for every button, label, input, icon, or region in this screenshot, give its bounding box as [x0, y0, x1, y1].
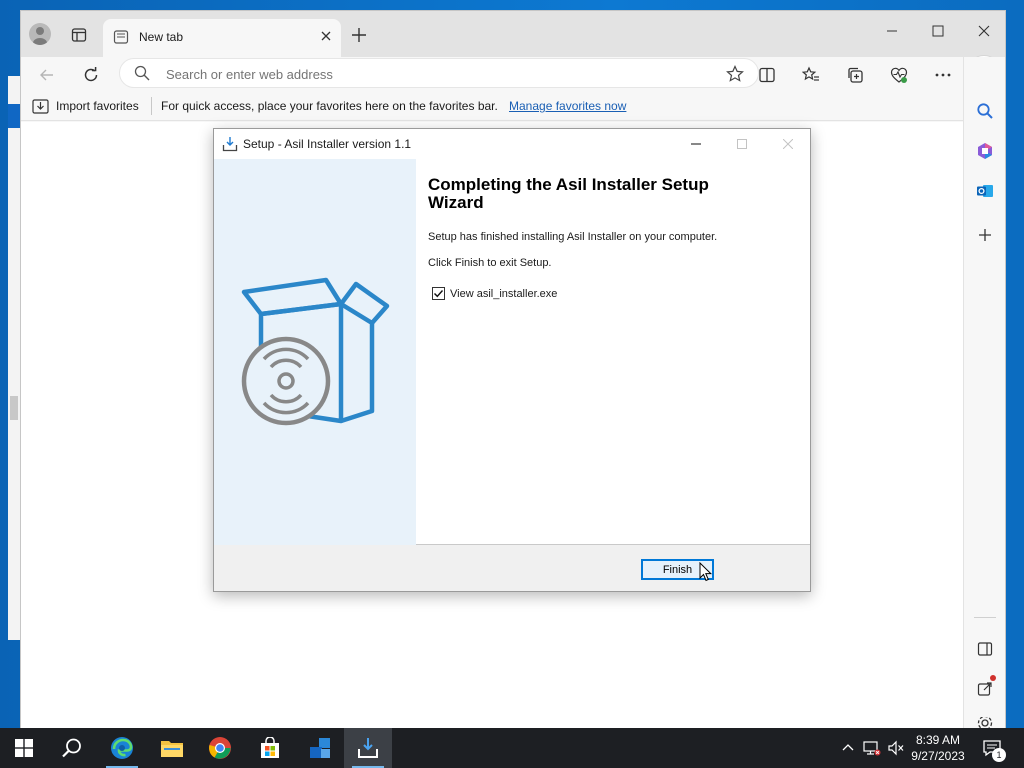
- dialog-body: Completing the Asil Installer Setup Wiza…: [214, 159, 810, 545]
- checkmark-icon: [434, 290, 444, 298]
- manage-favorites-link[interactable]: Manage favorites now: [509, 99, 626, 113]
- search-icon: [134, 65, 150, 84]
- clock-date: 9/27/2023: [911, 749, 965, 763]
- navigation-toolbar: [21, 57, 1005, 91]
- tab-bar: New tab: [21, 11, 1005, 57]
- new-tab-page-icon: [113, 29, 129, 45]
- tab-new-tab[interactable]: New tab: [103, 19, 341, 57]
- edge-sidebar: [963, 57, 1005, 729]
- favorite-star-icon[interactable]: [726, 65, 744, 86]
- import-favorites-button[interactable]: Import favorites: [56, 99, 139, 113]
- clock-time: 8:39 AM: [915, 733, 961, 747]
- wizard-banner: [214, 159, 416, 545]
- notification-dot: [990, 675, 996, 681]
- split-screen-icon[interactable]: [755, 63, 779, 87]
- finished-message: Setup has finished installing Asil Insta…: [428, 231, 718, 243]
- maximize-icon[interactable]: [923, 17, 953, 45]
- new-tab-icon[interactable]: [347, 23, 371, 47]
- dialog-title: Setup - Asil Installer version 1.1: [243, 137, 412, 151]
- microsoft-store-icon[interactable]: [246, 728, 294, 768]
- external-link-icon[interactable]: [973, 675, 997, 701]
- network-icon[interactable]: [860, 728, 884, 768]
- search-icon[interactable]: [48, 728, 96, 768]
- tab-title: New tab: [139, 30, 184, 44]
- wizard-heading: Completing the Asil Installer Setup Wiza…: [428, 175, 709, 212]
- installer-icon[interactable]: [344, 728, 392, 768]
- address-bar[interactable]: [119, 58, 759, 88]
- collections-icon[interactable]: [843, 63, 867, 87]
- refresh-icon[interactable]: [79, 63, 103, 87]
- chrome-icon[interactable]: [196, 728, 244, 768]
- close-tab-icon[interactable]: [319, 29, 333, 43]
- start-icon[interactable]: [0, 728, 48, 768]
- exit-instruction: Click Finish to exit Setup.: [428, 257, 552, 269]
- import-favorites-icon[interactable]: [32, 98, 49, 117]
- sidebar-toggle-icon[interactable]: [973, 637, 997, 661]
- dialog-maximize-icon: [719, 130, 765, 158]
- minimize-icon[interactable]: [877, 17, 907, 45]
- office-icon[interactable]: [973, 139, 997, 163]
- background-window-edge: [8, 76, 20, 640]
- view-file-checkbox-label[interactable]: View asil_installer.exe: [450, 288, 557, 300]
- dialog-minimize-icon[interactable]: [673, 130, 719, 158]
- add-icon[interactable]: [973, 223, 997, 247]
- dialog-close-icon: [765, 130, 811, 158]
- more-icon[interactable]: [931, 63, 955, 87]
- favorites-bar: Import favorites For quick access, place…: [21, 91, 963, 121]
- chevron-up-icon[interactable]: [836, 728, 860, 768]
- notification-count-badge: 1: [992, 748, 1006, 762]
- close-window-icon[interactable]: [969, 17, 999, 45]
- software-box-cd-icon: [241, 277, 390, 426]
- favorites-bar-message: For quick access, place your favorites h…: [161, 99, 498, 113]
- search-icon[interactable]: [973, 99, 997, 123]
- notification-center-icon[interactable]: 1: [980, 728, 1006, 768]
- sidebar-divider: [974, 617, 996, 618]
- system-clock[interactable]: 8:39 AM 9/27/2023: [906, 732, 970, 764]
- tab-actions-icon[interactable]: [67, 23, 91, 47]
- outlook-icon[interactable]: [973, 179, 997, 203]
- address-input[interactable]: [166, 64, 706, 84]
- dialog-titlebar: Setup - Asil Installer version 1.1: [214, 129, 810, 159]
- browser-essentials-icon[interactable]: [887, 63, 911, 87]
- mouse-cursor-icon: [699, 561, 713, 585]
- view-file-checkbox[interactable]: [432, 287, 445, 300]
- favbar-divider: [151, 97, 152, 115]
- profile-icon[interactable]: [29, 23, 51, 45]
- installer-icon: [222, 136, 238, 155]
- back-icon[interactable]: [35, 63, 59, 87]
- app-icon[interactable]: [296, 728, 344, 768]
- edge-icon[interactable]: [98, 728, 146, 768]
- setup-dialog: Setup - Asil Installer version 1.1 Compl…: [213, 128, 811, 592]
- file-explorer-icon[interactable]: [148, 728, 196, 768]
- taskbar: 8:39 AM 9/27/2023 1: [0, 728, 1024, 768]
- favorites-icon[interactable]: [799, 63, 823, 87]
- volume-muted-icon[interactable]: [884, 728, 908, 768]
